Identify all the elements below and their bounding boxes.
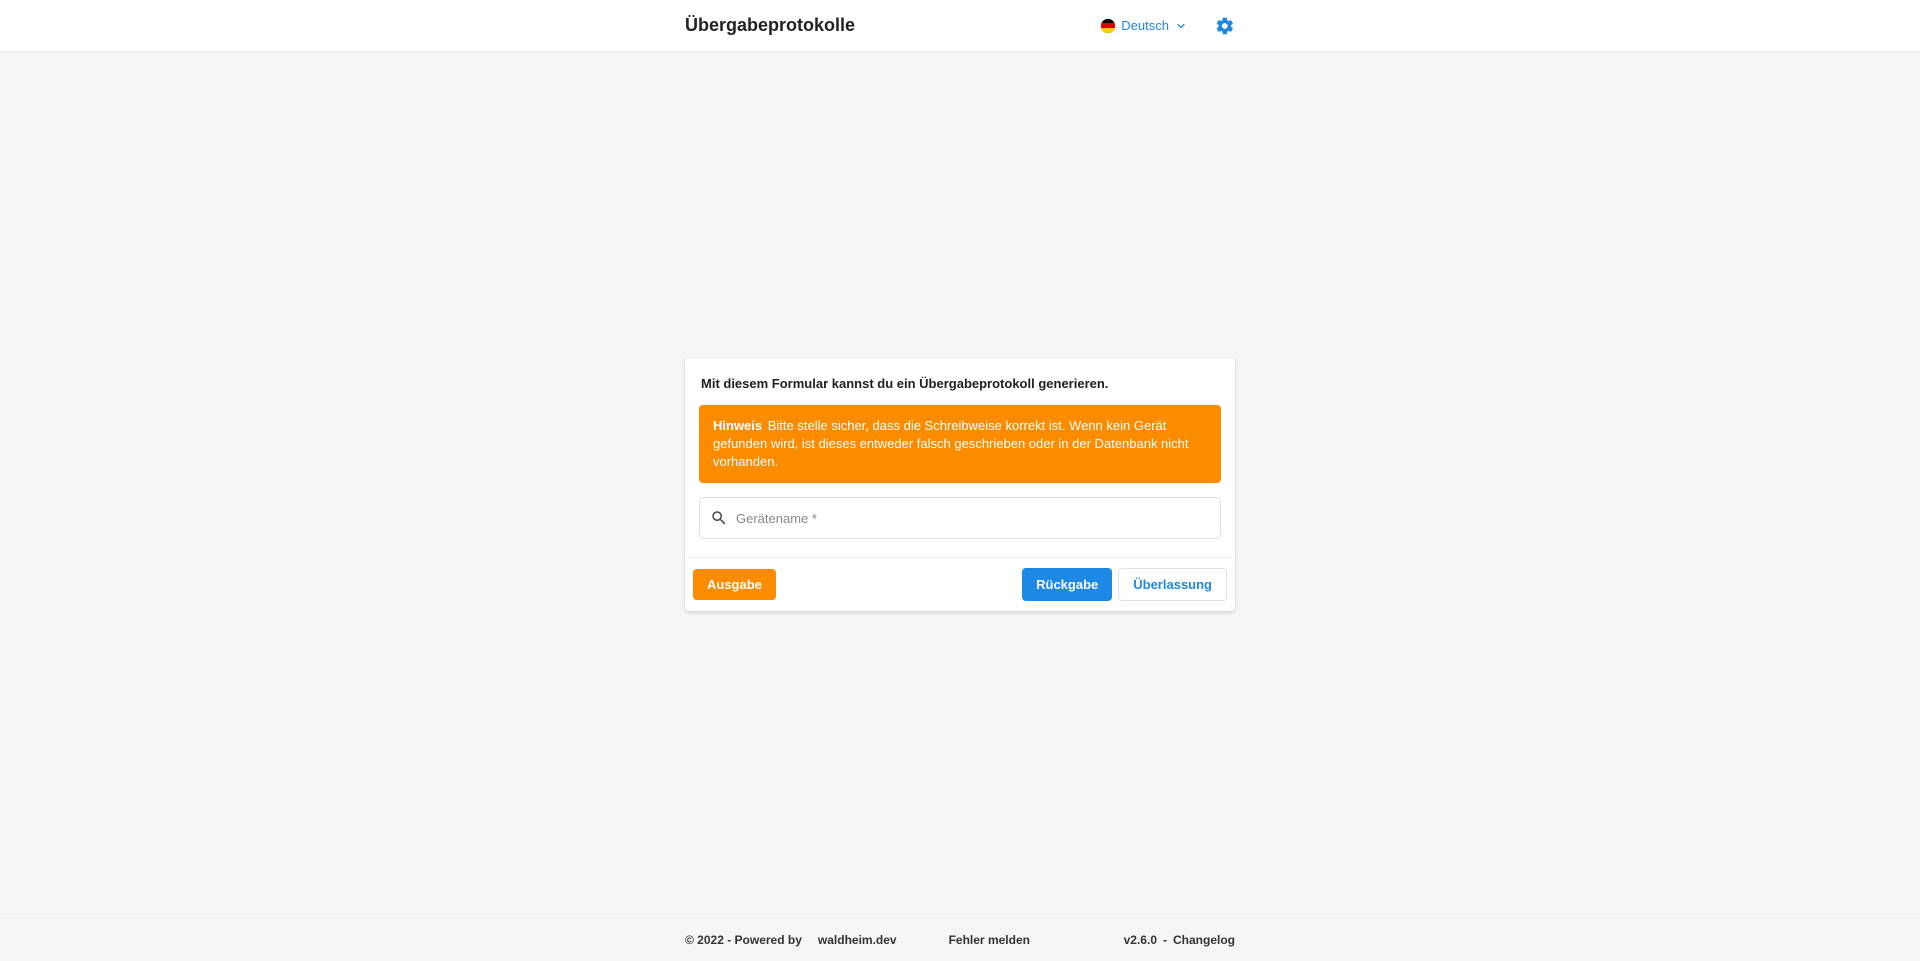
card-actions: Ausgabe Rückgabe Überlassung xyxy=(685,557,1235,611)
footer-inner: © 2022 - Powered by waldheim.dev Fehler … xyxy=(685,933,1235,947)
chevron-down-icon xyxy=(1175,20,1187,32)
main-area: Mit diesem Formular kannst du ein Überga… xyxy=(0,52,1920,917)
footer-right: v2.6.0 - Changelog xyxy=(1124,933,1235,947)
hint-alert: Hinweis Bitte stelle sicher, dass die Sc… xyxy=(699,405,1221,484)
page-title: Übergabeprotokolle xyxy=(685,15,855,36)
app-footer: © 2022 - Powered by waldheim.dev Fehler … xyxy=(0,917,1920,961)
footer-version: v2.6.0 xyxy=(1124,933,1157,947)
form-title: Mit diesem Formular kannst du ein Überga… xyxy=(701,376,1221,391)
footer-report-link[interactable]: Fehler melden xyxy=(949,933,1030,947)
handover-card: Mit diesem Formular kannst du ein Überga… xyxy=(685,358,1235,612)
footer-brand-link[interactable]: waldheim.dev xyxy=(818,933,897,947)
footer-copyright: © 2022 - Powered by xyxy=(685,933,802,947)
flag-de-icon xyxy=(1101,19,1115,33)
language-switcher[interactable]: Deutsch xyxy=(1101,18,1187,33)
footer-sep: - xyxy=(1163,933,1167,947)
language-label: Deutsch xyxy=(1121,18,1169,33)
hint-alert-strong: Hinweis xyxy=(713,418,762,433)
settings-button[interactable] xyxy=(1215,16,1235,36)
app-header: Übergabeprotokolle Deutsch xyxy=(0,0,1920,52)
gear-icon xyxy=(1215,16,1235,36)
rueckgabe-button[interactable]: Rückgabe xyxy=(1022,568,1112,601)
header-actions: Deutsch xyxy=(1101,16,1235,36)
footer-left: © 2022 - Powered by waldheim.dev Fehler … xyxy=(685,933,1030,947)
footer-changelog-link[interactable]: Changelog xyxy=(1173,933,1235,947)
ausgabe-button[interactable]: Ausgabe xyxy=(693,569,776,600)
device-name-input[interactable] xyxy=(728,498,1210,538)
header-inner: Übergabeprotokolle Deutsch xyxy=(685,0,1235,51)
hint-alert-text: Bitte stelle sicher, dass die Schreibwei… xyxy=(713,418,1189,469)
actions-right: Rückgabe Überlassung xyxy=(1022,568,1227,601)
device-name-field[interactable] xyxy=(699,497,1221,539)
search-icon xyxy=(710,509,728,527)
card-body: Mit diesem Formular kannst du ein Überga… xyxy=(685,358,1235,558)
ueberlassung-button[interactable]: Überlassung xyxy=(1118,568,1227,601)
